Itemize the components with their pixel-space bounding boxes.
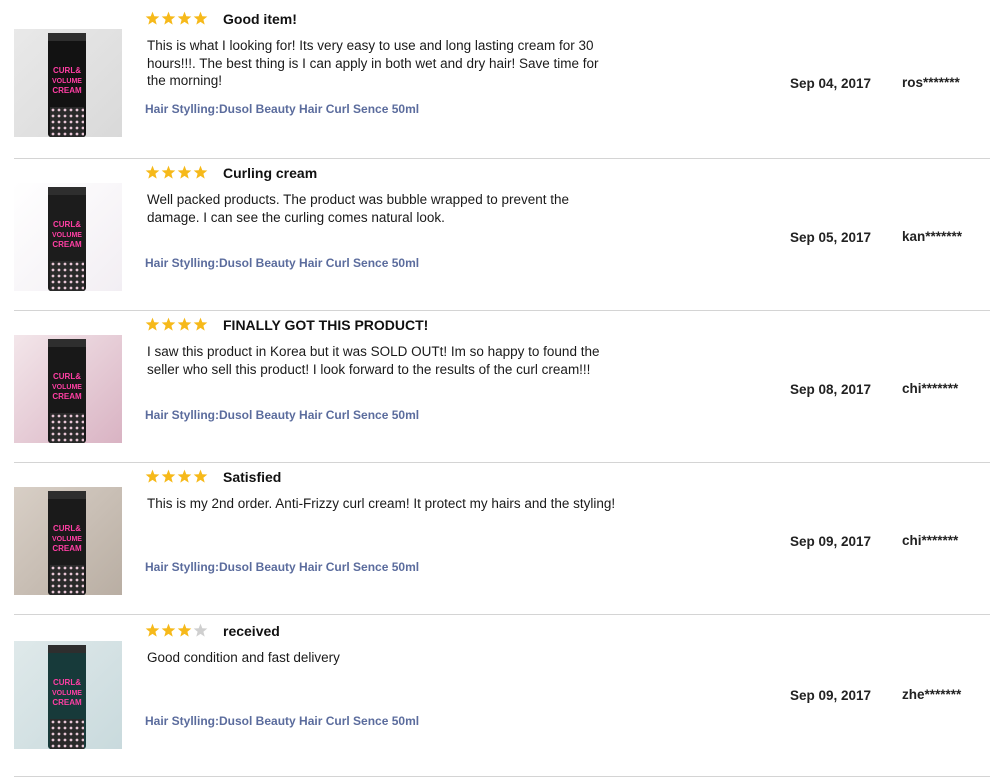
review-date: Sep 09, 2017 <box>790 534 872 549</box>
star-filled-icon <box>177 623 192 637</box>
star-filled-icon <box>193 11 208 25</box>
svg-text:VOLUME: VOLUME <box>52 78 82 85</box>
svg-text:CREAM: CREAM <box>52 86 82 95</box>
review-photo[interactable]: CURL& VOLUME CREAM <box>14 183 122 291</box>
svg-text:VOLUME: VOLUME <box>52 232 82 239</box>
star-filled-icon <box>161 469 176 483</box>
product-variant-link[interactable]: Hair Stylling:Dusol Beauty Hair Curl Sen… <box>145 256 419 270</box>
review-body: I saw this product in Korea but it was S… <box>147 344 600 377</box>
star-rating <box>145 317 208 333</box>
reviewer-name: chi******* <box>902 533 959 548</box>
star-filled-icon <box>161 165 176 179</box>
star-empty-icon <box>193 623 208 637</box>
review-title: received <box>223 623 280 639</box>
star-filled-icon <box>145 623 160 637</box>
product-variant-link[interactable]: Hair Stylling:Dusol Beauty Hair Curl Sen… <box>145 714 419 728</box>
star-rating <box>145 469 208 485</box>
review-photo[interactable]: CURL& VOLUME CREAM <box>14 641 122 749</box>
svg-text:VOLUME: VOLUME <box>52 536 82 543</box>
svg-text:CURL&: CURL& <box>53 220 81 229</box>
star-filled-icon <box>145 165 160 179</box>
product-variant-link[interactable]: Hair Stylling:Dusol Beauty Hair Curl Sen… <box>145 408 419 422</box>
review-photo[interactable]: CURL& VOLUME CREAM <box>14 335 122 443</box>
svg-text:CURL&: CURL& <box>53 678 81 687</box>
star-filled-icon <box>177 317 192 331</box>
product-variant-link[interactable]: Hair Stylling:Dusol Beauty Hair Curl Sen… <box>145 102 419 116</box>
svg-text:VOLUME: VOLUME <box>52 384 82 391</box>
svg-text:VOLUME: VOLUME <box>52 690 82 697</box>
star-filled-icon <box>193 469 208 483</box>
review-photo[interactable]: CURL& VOLUME CREAM <box>14 487 122 595</box>
svg-text:CURL&: CURL& <box>53 66 81 75</box>
review-title: FINALLY GOT THIS PRODUCT! <box>223 317 429 333</box>
star-filled-icon <box>193 317 208 331</box>
svg-text:CREAM: CREAM <box>52 240 82 249</box>
review-body: This is my 2nd order. Anti-Frizzy curl c… <box>147 496 616 511</box>
review-list: CURL& VOLUME CREAM Good item! This is what I… <box>0 0 1000 782</box>
star-filled-icon <box>145 469 160 483</box>
review-item: CURL& VOLUME CREAM FINALLY GOT THIS PRODUCT… <box>0 306 1000 459</box>
review-item: CURL& VOLUME CREAM Good item! This is what I… <box>0 0 1000 153</box>
svg-text:CREAM: CREAM <box>52 392 82 401</box>
reviewer-name: chi******* <box>902 381 959 396</box>
review-item: CURL& VOLUME CREAM Satisfied This is my 2nd … <box>0 458 1000 611</box>
star-filled-icon <box>177 469 192 483</box>
star-rating <box>145 11 208 27</box>
review-body: Good condition and fast delivery <box>147 650 340 665</box>
star-filled-icon <box>177 11 192 25</box>
review-date: Sep 05, 2017 <box>790 230 872 245</box>
reviewer-name: kan******* <box>902 229 963 244</box>
star-filled-icon <box>145 317 160 331</box>
product-variant-link[interactable]: Hair Stylling:Dusol Beauty Hair Curl Sen… <box>145 560 419 574</box>
review-title: Good item! <box>223 11 297 27</box>
review-date: Sep 08, 2017 <box>790 382 872 397</box>
star-rating <box>145 623 208 639</box>
svg-text:CREAM: CREAM <box>52 544 82 553</box>
star-filled-icon <box>177 165 192 179</box>
review-photo[interactable]: CURL& VOLUME CREAM <box>14 29 122 137</box>
star-filled-icon <box>161 317 176 331</box>
star-filled-icon <box>145 11 160 25</box>
review-item: CURL& VOLUME CREAM Curling cream Well packed… <box>0 154 1000 307</box>
review-date: Sep 04, 2017 <box>790 76 872 91</box>
reviewer-name: ros******* <box>902 75 960 90</box>
svg-text:CURL&: CURL& <box>53 524 81 533</box>
review-divider <box>14 776 990 777</box>
star-rating <box>145 165 208 181</box>
review-body: This is what I looking for! Its very eas… <box>147 38 599 88</box>
review-title: Curling cream <box>223 165 318 181</box>
svg-text:CREAM: CREAM <box>52 698 82 707</box>
review-date: Sep 09, 2017 <box>790 688 872 703</box>
star-filled-icon <box>161 623 176 637</box>
review-body: Well packed products. The product was bu… <box>147 192 570 225</box>
star-filled-icon <box>161 11 176 25</box>
reviewer-name: zhe******* <box>902 687 962 702</box>
review-item: CURL& VOLUME CREAM received Good condition a… <box>0 612 1000 765</box>
review-title: Satisfied <box>223 469 282 485</box>
svg-text:CURL&: CURL& <box>53 372 81 381</box>
star-filled-icon <box>193 165 208 179</box>
